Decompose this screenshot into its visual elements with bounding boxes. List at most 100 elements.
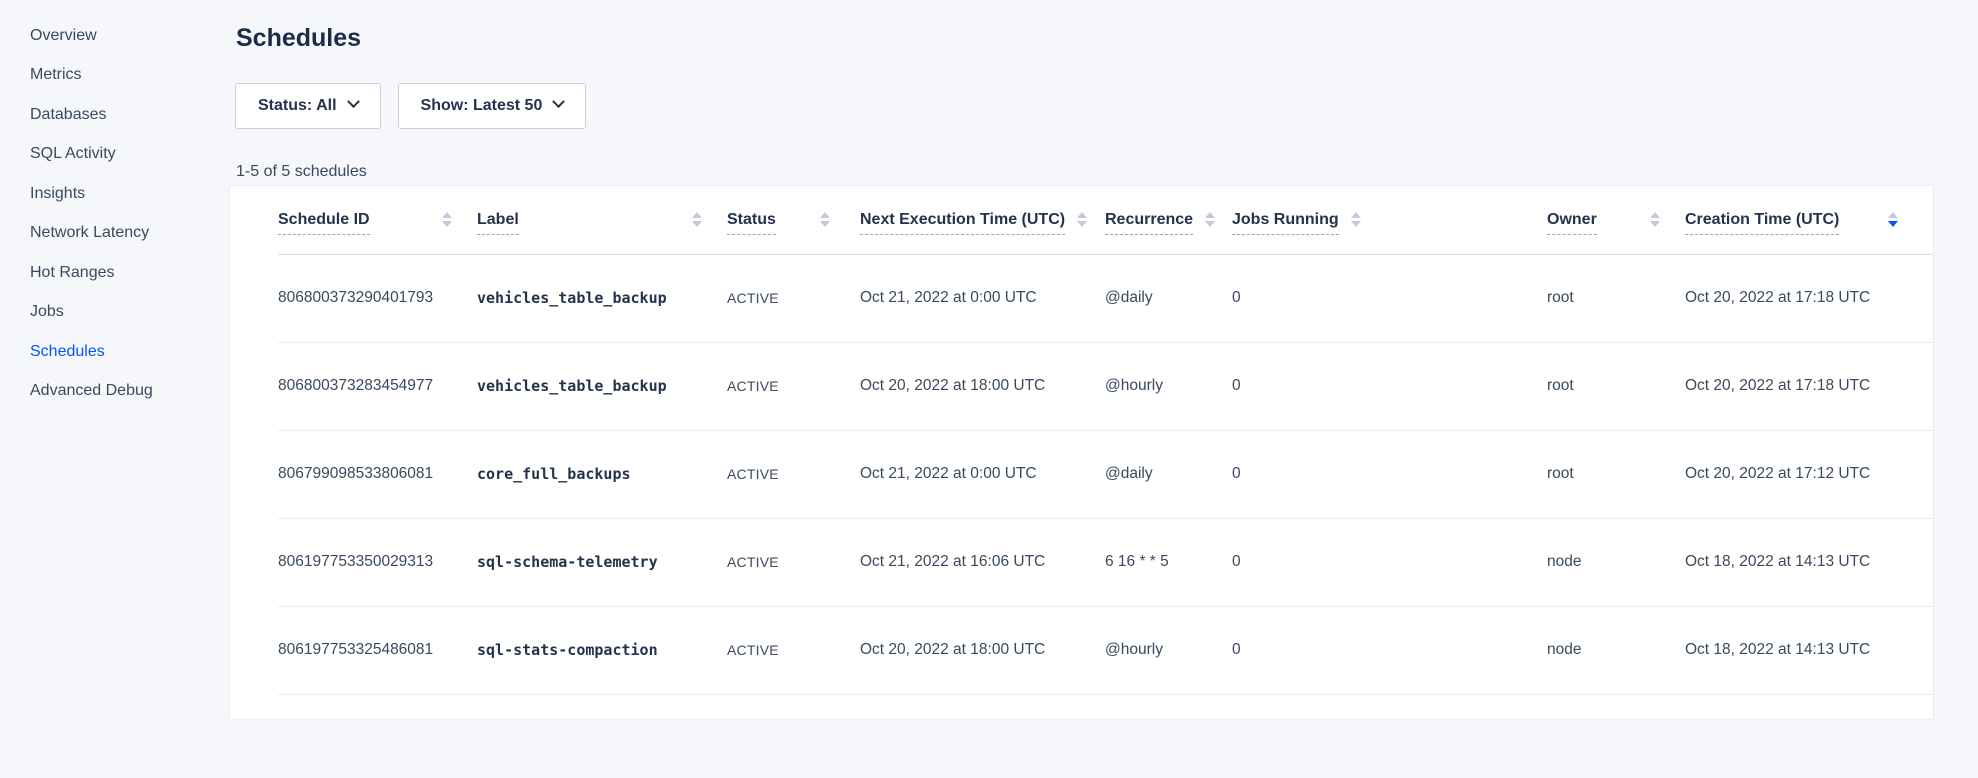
- sort-arrows-icon[interactable]: [1351, 212, 1361, 227]
- sort-desc-arrow-icon: [1077, 221, 1087, 227]
- column-header-next-execution[interactable]: Next Execution Time (UTC): [860, 186, 1105, 254]
- cell-creation-time: Oct 20, 2022 at 17:18 UTC: [1685, 254, 1933, 342]
- schedules-table: Schedule IDLabelStatusNext Execution Tim…: [278, 186, 1933, 695]
- sidebar-item-label: Network Latency: [30, 224, 149, 242]
- column-header-inner: Jobs Running: [1232, 211, 1547, 229]
- table-row: 806197753325486081sql-stats-compactionAC…: [278, 606, 1933, 694]
- sidebar-item-schedules[interactable]: Schedules: [30, 332, 230, 372]
- sidebar-item-label: Metrics: [30, 66, 82, 84]
- column-header-inner: Recurrence: [1105, 211, 1232, 229]
- column-header-label: Jobs Running: [1232, 211, 1339, 235]
- sort-asc-arrow-icon: [1351, 212, 1361, 218]
- sort-arrows-icon[interactable]: [1205, 212, 1215, 227]
- column-header-status[interactable]: Status: [727, 186, 860, 254]
- cell-label: vehicles_table_backup: [477, 342, 727, 430]
- cell-creation-time: Oct 18, 2022 at 14:13 UTC: [1685, 518, 1933, 606]
- column-header-schedule-id[interactable]: Schedule ID: [278, 186, 477, 254]
- sort-desc-arrow-icon: [820, 221, 830, 227]
- cell-jobs-running: 0: [1232, 430, 1547, 518]
- cell-schedule-id: 806799098533806081: [278, 430, 477, 518]
- sidebar-item-label: SQL Activity: [30, 145, 116, 163]
- sort-asc-arrow-icon: [1077, 212, 1087, 218]
- sidebar-item-jobs[interactable]: Jobs: [30, 293, 230, 333]
- sidebar-item-label: Advanced Debug: [30, 382, 153, 400]
- sidebar-item-databases[interactable]: Databases: [30, 95, 230, 135]
- cell-schedule-id: 806800373283454977: [278, 342, 477, 430]
- dropdown-label: Status: All: [258, 97, 337, 115]
- column-header-inner: Label: [477, 211, 727, 229]
- sidebar-item-overview[interactable]: Overview: [30, 16, 230, 56]
- sort-arrows-icon[interactable]: [692, 212, 702, 227]
- cell-status: ACTIVE: [727, 606, 860, 694]
- cell-creation-time: Oct 20, 2022 at 17:12 UTC: [1685, 430, 1933, 518]
- cell-label: sql-schema-telemetry: [477, 518, 727, 606]
- cell-status: ACTIVE: [727, 254, 860, 342]
- table-row: 806799098533806081core_full_backupsACTIV…: [278, 430, 1933, 518]
- dropdown-label: Show: Latest 50: [421, 97, 543, 115]
- cell-jobs-running: 0: [1232, 342, 1547, 430]
- cell-next-execution: Oct 20, 2022 at 18:00 UTC: [860, 342, 1105, 430]
- sort-asc-arrow-icon: [1888, 212, 1898, 218]
- sort-arrows-icon[interactable]: [1888, 212, 1898, 227]
- sidebar-item-metrics[interactable]: Metrics: [30, 56, 230, 96]
- sidebar-item-label: Insights: [30, 185, 85, 203]
- cell-creation-time: Oct 18, 2022 at 14:13 UTC: [1685, 606, 1933, 694]
- sort-desc-arrow-icon: [1650, 221, 1660, 227]
- table-row: 806800373283454977vehicles_table_backupA…: [278, 342, 1933, 430]
- cell-status: ACTIVE: [727, 518, 860, 606]
- sort-arrows-icon[interactable]: [442, 212, 452, 227]
- sort-arrows-icon[interactable]: [1077, 212, 1087, 227]
- filter-row: Status: All Show: Latest 50: [235, 83, 1933, 129]
- column-header-label: Next Execution Time (UTC): [860, 211, 1065, 235]
- column-header-recurrence[interactable]: Recurrence: [1105, 186, 1232, 254]
- column-header-label[interactable]: Label: [477, 186, 727, 254]
- cell-label: core_full_backups: [477, 430, 727, 518]
- sidebar-item-hot-ranges[interactable]: Hot Ranges: [30, 253, 230, 293]
- results-summary: 1-5 of 5 schedules: [236, 162, 1933, 182]
- cell-owner: node: [1547, 518, 1685, 606]
- sidebar-item-network-latency[interactable]: Network Latency: [30, 214, 230, 254]
- sort-desc-arrow-icon: [1205, 221, 1215, 227]
- column-header-inner: Creation Time (UTC): [1685, 211, 1933, 229]
- main-content: Schedules Status: AllShow: Latest 50 1-5…: [230, 0, 1933, 719]
- sort-asc-arrow-icon: [692, 212, 702, 218]
- cell-next-execution: Oct 21, 2022 at 0:00 UTC: [860, 254, 1105, 342]
- column-header-jobs-running[interactable]: Jobs Running: [1232, 186, 1547, 254]
- cell-jobs-running: 0: [1232, 518, 1547, 606]
- column-header-inner: Next Execution Time (UTC): [860, 211, 1105, 229]
- cell-jobs-running: 0: [1232, 606, 1547, 694]
- cell-owner: root: [1547, 254, 1685, 342]
- cell-schedule-id: 806800373290401793: [278, 254, 477, 342]
- sidebar-item-label: Jobs: [30, 303, 64, 321]
- sidebar-item-sql-activity[interactable]: SQL Activity: [30, 135, 230, 175]
- column-header-label: Label: [477, 211, 519, 235]
- cell-status: ACTIVE: [727, 430, 860, 518]
- column-header-creation-time[interactable]: Creation Time (UTC): [1685, 186, 1933, 254]
- column-header-label: Owner: [1547, 211, 1597, 235]
- column-header-label: Schedule ID: [278, 211, 370, 235]
- cell-creation-time: Oct 20, 2022 at 17:18 UTC: [1685, 342, 1933, 430]
- sidebar-item-advanced-debug[interactable]: Advanced Debug: [30, 372, 230, 412]
- table-header-row: Schedule IDLabelStatusNext Execution Tim…: [278, 186, 1933, 254]
- sort-desc-arrow-icon: [1351, 221, 1361, 227]
- cell-next-execution: Oct 21, 2022 at 0:00 UTC: [860, 430, 1105, 518]
- sort-asc-arrow-icon: [1205, 212, 1215, 218]
- cell-recurrence: @daily: [1105, 254, 1232, 342]
- cell-recurrence: 6 16 * * 5: [1105, 518, 1232, 606]
- cell-label: sql-stats-compaction: [477, 606, 727, 694]
- sort-arrows-icon[interactable]: [1650, 212, 1660, 227]
- status-filter-dropdown[interactable]: Status: All: [235, 83, 381, 129]
- cell-recurrence: @daily: [1105, 430, 1232, 518]
- cell-owner: root: [1547, 342, 1685, 430]
- column-header-owner[interactable]: Owner: [1547, 186, 1685, 254]
- cell-recurrence: @hourly: [1105, 606, 1232, 694]
- column-header-label: Recurrence: [1105, 211, 1193, 235]
- table-row: 806800373290401793vehicles_table_backupA…: [278, 254, 1933, 342]
- sidebar-item-insights[interactable]: Insights: [30, 174, 230, 214]
- sort-arrows-icon[interactable]: [820, 212, 830, 227]
- cell-jobs-running: 0: [1232, 254, 1547, 342]
- show-filter-dropdown[interactable]: Show: Latest 50: [398, 83, 587, 129]
- chevron-down-icon: [552, 95, 565, 108]
- sort-desc-arrow-icon: [1888, 221, 1898, 227]
- sidebar-item-label: Hot Ranges: [30, 264, 115, 282]
